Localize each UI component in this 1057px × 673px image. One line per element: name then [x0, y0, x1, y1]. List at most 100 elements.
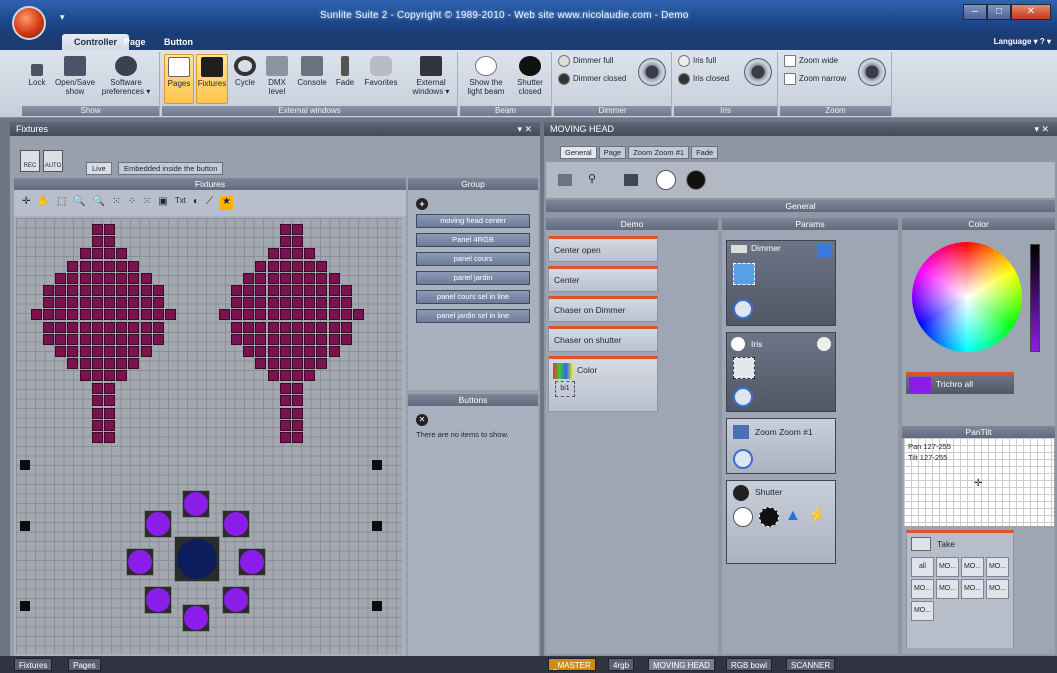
led-pixel[interactable]	[43, 333, 54, 345]
led-pixel[interactable]	[280, 408, 291, 419]
led-pixel[interactable]	[304, 358, 316, 370]
led-pixel[interactable]	[91, 370, 103, 382]
led-pixel[interactable]	[91, 297, 103, 309]
led-pixel[interactable]	[231, 333, 242, 345]
led-pixel[interactable]	[140, 285, 152, 296]
auto-button[interactable]: AUTO	[43, 150, 63, 172]
led-pixel[interactable]	[316, 297, 328, 309]
led-pixel[interactable]	[292, 432, 304, 444]
led-pixel[interactable]	[292, 272, 303, 284]
led-pixel[interactable]	[104, 420, 116, 432]
led-pixel[interactable]	[128, 260, 140, 272]
maximize-button[interactable]: □	[987, 4, 1011, 20]
led-pixel[interactable]	[316, 358, 328, 370]
led-pixel[interactable]	[316, 333, 328, 345]
led-pixel[interactable]	[279, 382, 291, 394]
led-pixel[interactable]	[231, 309, 242, 321]
status-tab-master[interactable]: _MASTER	[548, 658, 596, 671]
take-cell[interactable]: MO...	[911, 579, 934, 599]
led-pixel[interactable]	[152, 321, 164, 333]
led-pixel[interactable]	[255, 272, 267, 284]
led-pixel[interactable]	[116, 358, 128, 370]
led-pixel[interactable]	[255, 309, 267, 321]
led-pixel[interactable]	[104, 321, 115, 333]
zoom-wide-button[interactable]: Zoom wide	[784, 52, 838, 69]
pages-button[interactable]: Pages	[164, 54, 194, 104]
moving-head-fixture[interactable]	[222, 510, 250, 538]
led-pixel[interactable]	[255, 285, 267, 296]
led-pixel[interactable]	[79, 285, 91, 296]
led-pixel[interactable]	[279, 309, 291, 321]
rec-button[interactable]: REC	[20, 150, 40, 172]
led-pixel[interactable]	[140, 309, 152, 321]
take-cell[interactable]: MO...	[911, 601, 934, 621]
led-pixel[interactable]	[267, 333, 279, 345]
led-pixel[interactable]	[55, 285, 67, 296]
text-icon[interactable]: Txt	[175, 196, 186, 210]
led-pixel[interactable]	[328, 309, 340, 321]
led-pixel[interactable]	[328, 272, 340, 284]
led-pixel[interactable]	[304, 272, 316, 284]
status-tab-scanner[interactable]: SCANNER	[786, 658, 836, 671]
led-pixel[interactable]	[292, 285, 303, 296]
group-item[interactable]: panel cours	[416, 252, 530, 266]
color-fill-icon[interactable]: ◐	[193, 196, 199, 210]
led-pixel[interactable]	[91, 346, 103, 357]
led-pixel[interactable]	[79, 321, 91, 333]
led-pixel[interactable]	[340, 321, 352, 333]
grid-icon[interactable]	[624, 174, 638, 186]
led-pixel[interactable]	[104, 297, 115, 309]
take-cell[interactable]: MO...	[986, 579, 1009, 599]
led-pixel[interactable]	[292, 333, 303, 345]
led-pixel[interactable]	[67, 285, 79, 296]
take-cell[interactable]: MO...	[961, 557, 984, 577]
led-pixel[interactable]	[304, 370, 316, 382]
led-pixel[interactable]	[128, 346, 140, 357]
led-pixel[interactable]	[292, 260, 303, 272]
led-pixel[interactable]	[292, 224, 303, 235]
led-pixel[interactable]	[140, 346, 152, 357]
led-pixel[interactable]	[292, 346, 303, 357]
led-pixel[interactable]	[292, 394, 303, 406]
fixtures-button[interactable]: Fixtures	[196, 54, 228, 104]
led-pixel[interactable]	[279, 248, 291, 260]
iris-closed-button[interactable]: Iris closed	[678, 70, 729, 87]
moving-head-fixture[interactable]	[126, 548, 154, 576]
led-pixel[interactable]	[152, 285, 164, 296]
led-pixel[interactable]	[243, 346, 255, 357]
led-pixel[interactable]	[128, 297, 140, 309]
led-pixel[interactable]	[128, 358, 140, 370]
led-pixel[interactable]	[43, 309, 54, 321]
scanner-fixture[interactable]	[372, 521, 382, 531]
open-save-show-button[interactable]: Open/Save show	[54, 54, 96, 96]
cycle-button[interactable]: Cycle	[232, 54, 258, 87]
led-pixel[interactable]	[79, 346, 91, 357]
tab-page[interactable]: Page	[112, 34, 158, 50]
led-pixel[interactable]	[304, 285, 316, 296]
led-pixel[interactable]	[353, 309, 364, 321]
led-pixel[interactable]	[116, 333, 128, 345]
led-pixel[interactable]	[79, 370, 91, 382]
led-pixel[interactable]	[152, 297, 164, 309]
led-pixel[interactable]	[316, 260, 328, 272]
led-pixel[interactable]	[140, 333, 152, 345]
led-pixel[interactable]	[279, 224, 291, 235]
status-tab-4rgb[interactable]: 4rgb	[608, 658, 635, 671]
led-pixel[interactable]	[231, 297, 242, 309]
take-cell[interactable]: all	[911, 557, 934, 577]
show-light-beam-button[interactable]: Show the light beam	[464, 54, 508, 96]
color-intensity-slider[interactable]	[1030, 244, 1040, 352]
led-pixel[interactable]	[91, 309, 103, 321]
led-pixel[interactable]	[279, 333, 291, 345]
lock-button[interactable]: Lock	[24, 54, 50, 87]
led-pixel[interactable]	[292, 408, 304, 419]
favorites-button[interactable]: Favorites	[360, 54, 402, 87]
select-icon[interactable]: ⬚	[57, 196, 66, 210]
led-pixel[interactable]	[292, 309, 303, 321]
zoom-out-icon[interactable]: 🔍	[93, 196, 105, 210]
status-tab-rgb-bowl[interactable]: RGB bowl	[726, 658, 773, 671]
tab-fade[interactable]: Fade	[691, 146, 719, 159]
led-pixel[interactable]	[91, 394, 103, 406]
scanner-fixture[interactable]	[20, 601, 30, 611]
led-pixel[interactable]	[92, 432, 103, 444]
